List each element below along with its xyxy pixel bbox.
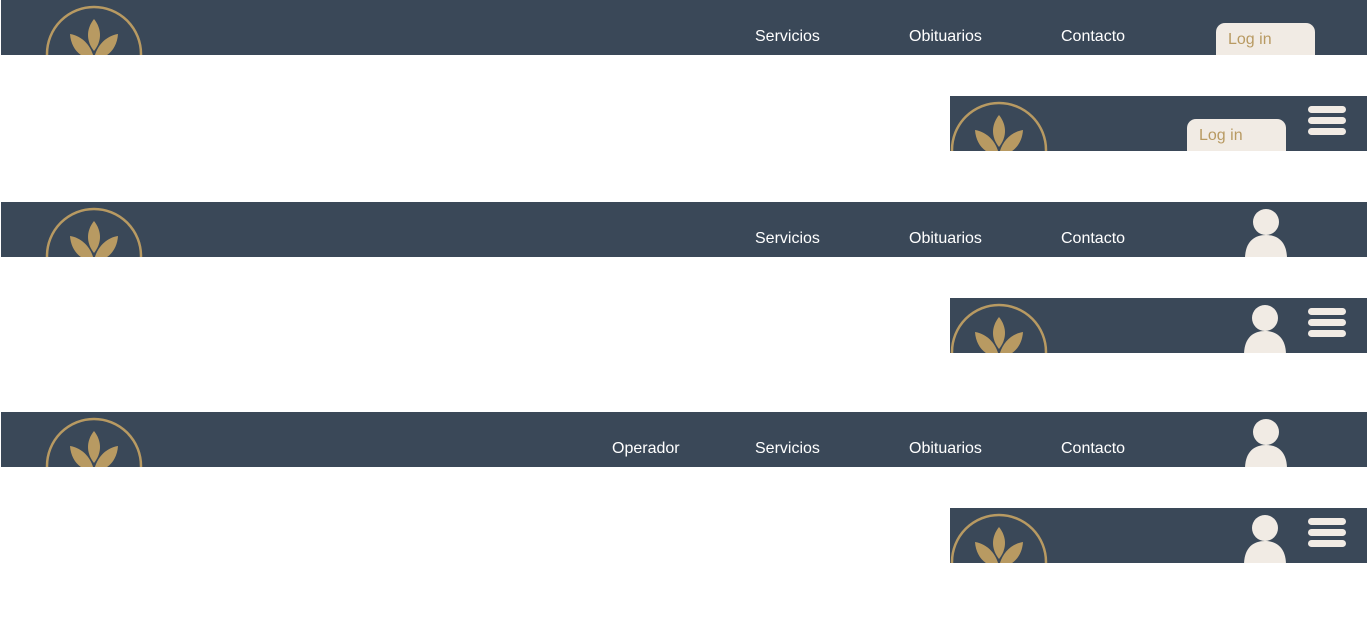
user-avatar-icon[interactable] [1244,515,1286,563]
header-desktop-guest: Servicios Obituarios Contacto Log in [1,0,1367,55]
login-button[interactable]: Log in [1187,119,1286,151]
nav-contacto[interactable]: Contacto [1061,28,1125,46]
lotus-logo-icon[interactable] [45,207,143,257]
header-mobile-operator [950,508,1367,563]
nav-contacto[interactable]: Contacto [1061,440,1125,458]
header-mobile-guest: Log in [950,96,1367,151]
login-button[interactable]: Log in [1216,23,1315,55]
hamburger-menu-icon[interactable] [1308,518,1346,550]
header-desktop-user: Servicios Obituarios Contacto [1,202,1367,257]
user-avatar-icon[interactable] [1245,419,1287,467]
nav-operador[interactable]: Operador [612,440,680,458]
hamburger-menu-icon[interactable] [1308,106,1346,138]
lotus-logo-icon[interactable] [950,101,1048,151]
header-mobile-user [950,298,1367,353]
user-avatar-icon[interactable] [1245,209,1287,257]
lotus-logo-icon[interactable] [45,417,143,467]
nav-servicios[interactable]: Servicios [755,440,820,458]
nav-servicios[interactable]: Servicios [755,230,820,248]
nav-obituarios[interactable]: Obituarios [909,230,982,248]
nav-servicios[interactable]: Servicios [755,28,820,46]
lotus-logo-icon[interactable] [950,303,1048,353]
nav-obituarios[interactable]: Obituarios [909,28,982,46]
lotus-logo-icon[interactable] [950,513,1048,563]
nav-contacto[interactable]: Contacto [1061,230,1125,248]
hamburger-menu-icon[interactable] [1308,308,1346,340]
user-avatar-icon[interactable] [1244,305,1286,353]
header-desktop-operator: Operador Servicios Obituarios Contacto [1,412,1367,467]
lotus-logo-icon[interactable] [45,5,143,55]
nav-obituarios[interactable]: Obituarios [909,440,982,458]
